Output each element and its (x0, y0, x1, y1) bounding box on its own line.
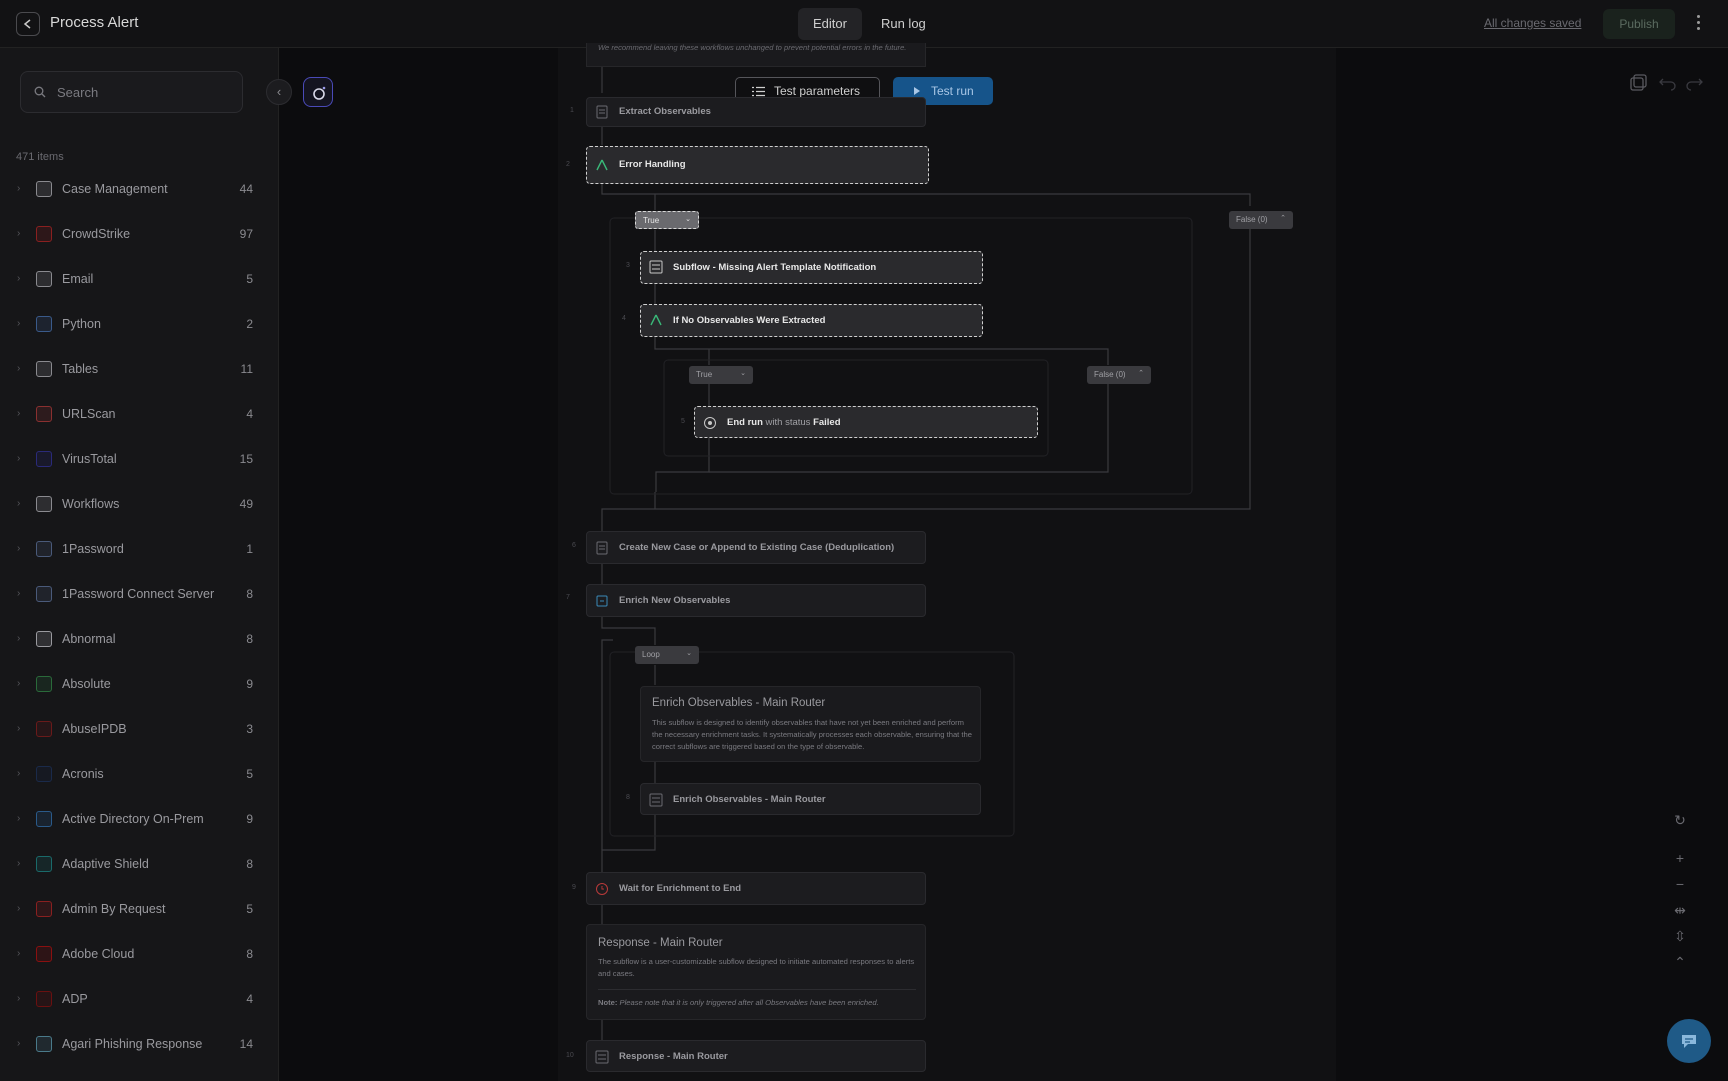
step-number: 1 (570, 107, 574, 114)
node-label: Extract Observables (619, 106, 711, 117)
card-description: This subflow is designed to identify obs… (652, 718, 972, 751)
timer-icon (596, 883, 608, 895)
condition-label: False (0) (1094, 370, 1126, 379)
fit-height-icon[interactable]: ⇳ (1666, 928, 1694, 954)
note-label: Note: (598, 998, 618, 1007)
card-description: The subflow is a user-customizable subfl… (598, 957, 915, 978)
node-enrich-observables-router[interactable]: Enrich Observables - Main Router (640, 783, 981, 815)
step-number: 9 (572, 884, 576, 891)
condition-false-branch-2[interactable]: False (0) ⌃ (1087, 366, 1151, 384)
step-number: 3 (626, 262, 630, 269)
node-subflow-missing-alert[interactable]: Subflow - Missing Alert Template Notific… (640, 251, 983, 284)
chevron-up-icon: ⌃ (1280, 215, 1286, 222)
node-if-no-observables[interactable]: If No Observables Were Extracted (640, 304, 983, 337)
condition-true-branch-2[interactable]: True ⌄ (689, 366, 753, 384)
select-icon[interactable] (1628, 73, 1648, 93)
canvas-top-note: We recommend leaving these workflows unc… (598, 43, 907, 52)
subflow-icon (649, 260, 663, 274)
condition-label: True (643, 216, 660, 225)
list-icon (752, 86, 765, 97)
condition-loop[interactable]: Loop ⌄ (635, 646, 699, 664)
branch-icon (650, 314, 662, 326)
zoom-controls: ↻ + − ⇹ ⇳ ⌃ (1666, 812, 1694, 980)
step-number: 7 (566, 594, 570, 601)
node-response-router[interactable]: Response - Main Router (586, 1040, 926, 1072)
step-number: 10 (566, 1052, 574, 1059)
node-label: Error Handling (619, 159, 686, 170)
chevron-down-icon: ⌄ (740, 370, 746, 377)
condition-true-branch[interactable]: True ⌄ (635, 211, 699, 229)
node-label: Create New Case or Append to Existing Ca… (619, 542, 895, 553)
step-number: 4 (622, 315, 626, 322)
zoom-in-icon[interactable]: + (1666, 850, 1694, 876)
chat-support-button[interactable] (1667, 1019, 1711, 1063)
reset-view-icon[interactable]: ↻ (1666, 812, 1694, 838)
branch-icon (596, 159, 608, 171)
card-note: Note: Please note that it is only trigge… (598, 997, 918, 1009)
condition-false-branch[interactable]: False (0) ⌃ (1229, 211, 1293, 229)
chevron-down-icon: ⌄ (685, 216, 691, 223)
node-enrich-new-observables[interactable]: Enrich New Observables (586, 584, 926, 617)
step-number: 5 (681, 418, 685, 425)
node-label: End run with status Failed (727, 417, 841, 428)
note-text: Please note that it is only triggered af… (619, 998, 879, 1007)
step-number: 6 (572, 542, 576, 549)
fit-width-icon[interactable]: ⇹ (1666, 902, 1694, 928)
play-icon (914, 87, 920, 95)
subflow-icon (595, 1050, 609, 1064)
node-create-case[interactable]: Create New Case or Append to Existing Ca… (586, 531, 926, 564)
node-label: Wait for Enrichment to End (619, 883, 742, 894)
condition-label: False (0) (1236, 215, 1268, 224)
end-run-mid: with status (765, 417, 811, 428)
stop-circle-icon (704, 417, 716, 429)
node-error-handling[interactable]: Error Handling (586, 146, 929, 184)
node-label: Enrich New Observables (619, 595, 731, 606)
redo-icon[interactable] (1684, 73, 1704, 93)
case-icon (596, 541, 608, 555)
condition-label: Loop (642, 650, 660, 659)
step-number: 2 (566, 161, 570, 168)
card-title: Enrich Observables - Main Router (652, 697, 826, 709)
step-number: 8 (626, 794, 630, 801)
condition-label: True (696, 370, 713, 379)
response-router-description-card: Response - Main Router The subflow is a … (586, 924, 926, 1020)
node-label: If No Observables Were Extracted (673, 315, 826, 326)
enrich-router-description-card: Enrich Observables - Main Router This su… (640, 686, 981, 762)
chevron-up-icon: ⌃ (1138, 370, 1144, 377)
node-label: Response - Main Router (619, 1051, 728, 1062)
chat-icon (1682, 1035, 1696, 1048)
test-parameters-label: Test parameters (774, 84, 861, 98)
canvas-top-note-card: We recommend leaving these workflows unc… (586, 43, 926, 67)
node-wait-for-enrichment[interactable]: Wait for Enrichment to End (586, 872, 926, 905)
node-label: Subflow - Missing Alert Template Notific… (673, 262, 877, 273)
divider (598, 989, 916, 990)
undo-icon[interactable] (1658, 73, 1678, 93)
node-end-run[interactable]: End run with status Failed (694, 406, 1038, 438)
node-label: Enrich Observables - Main Router (673, 794, 826, 805)
document-icon (596, 105, 608, 119)
card-title: Response - Main Router (598, 937, 723, 949)
subflow-icon (649, 793, 663, 807)
end-run-status: Failed (813, 417, 841, 428)
loop-icon (596, 595, 608, 607)
end-run-prefix: End run (727, 417, 763, 428)
chevron-down-icon: ⌄ (686, 650, 692, 657)
expand-icon[interactable]: ⌃ (1666, 954, 1694, 980)
test-run-label: Test run (931, 84, 974, 98)
canvas-toolbar (1628, 73, 1708, 93)
node-extract-observables[interactable]: Extract Observables (586, 97, 926, 127)
zoom-out-icon[interactable]: − (1666, 876, 1694, 902)
